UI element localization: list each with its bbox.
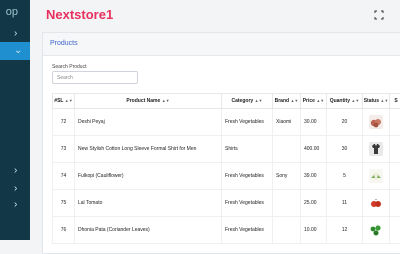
table-row: 73 New Stylish Cotton Long Sleeve Formal… xyxy=(53,136,400,163)
products-table: #SL ▲▼ Product Name ▲▼ Category ▲▼ Brand… xyxy=(52,93,400,244)
card-header xyxy=(43,33,400,56)
cell-sl: 72 xyxy=(53,109,75,136)
cell-product-name: Fulkopi (Cauliflower) xyxy=(75,163,222,190)
cell-sl: 76 xyxy=(53,217,75,244)
card-title: Products xyxy=(50,40,78,47)
cell-price: 10.00 xyxy=(301,217,327,244)
chevron-right-icon: › xyxy=(14,162,17,180)
cell-sl: 73 xyxy=(53,136,75,163)
cell-product-name: Deshi Peyaj xyxy=(75,109,222,136)
cell-quantity: 12 xyxy=(327,217,363,244)
cell-category: Fresh Vegetables xyxy=(222,109,273,136)
sort-icon: ▲▼ xyxy=(351,98,359,103)
search-input[interactable] xyxy=(52,71,138,84)
search-label: Search Product xyxy=(52,64,86,70)
cell-price: 25.00 xyxy=(301,190,327,217)
table-row: 76 Dhonia Pata (Coriander Leaves) Fresh … xyxy=(53,217,400,244)
sidebar-item-3[interactable]: › xyxy=(0,162,30,180)
onion-image xyxy=(369,115,383,129)
sort-icon: ▲▼ xyxy=(316,98,324,103)
cell-product-name: Dhonia Pata (Coriander Leaves) xyxy=(75,217,222,244)
sidebar-item-1[interactable]: › xyxy=(0,25,30,43)
sort-icon: ▲▼ xyxy=(255,98,263,103)
tomato-image xyxy=(369,196,383,210)
cell-extra xyxy=(390,217,400,244)
cauliflower-image xyxy=(369,169,383,183)
cell-extra xyxy=(390,163,400,190)
sort-icon: ▲▼ xyxy=(380,98,388,103)
cell-price: 39.00 xyxy=(301,163,327,190)
column-header-category[interactable]: Category ▲▼ xyxy=(222,94,273,109)
cell-product-name: Lal Tomato xyxy=(75,190,222,217)
cell-image xyxy=(363,217,390,244)
sidebar-logo: op xyxy=(0,6,30,20)
cell-product-name: New Stylish Cotton Long Sleeve Formal Sh… xyxy=(75,136,222,163)
column-header-quantity[interactable]: Quantity ▲▼ xyxy=(327,94,363,109)
chevron-right-icon: › xyxy=(14,196,17,214)
cell-image xyxy=(363,136,390,163)
table-row: 72 Deshi Peyaj Fresh Vegetables Xiaomi 3… xyxy=(53,109,400,136)
cell-image xyxy=(363,163,390,190)
table-row: 74 Fulkopi (Cauliflower) Fresh Vegetable… xyxy=(53,163,400,190)
cell-category: Fresh Vegetables xyxy=(222,163,273,190)
cell-quantity: 11 xyxy=(327,190,363,217)
sidebar-item-5[interactable]: › xyxy=(0,196,30,214)
cell-price: 400.00 xyxy=(301,136,327,163)
cell-category: Fresh Vegetables xyxy=(222,217,273,244)
sidebar-item-2[interactable]: ⌄ xyxy=(0,42,30,60)
cell-category: Fresh Vegetables xyxy=(222,190,273,217)
column-header-sl[interactable]: #SL ▲▼ xyxy=(53,94,75,109)
products-card: Products Search Product #SL ▲▼ Product N… xyxy=(42,32,400,254)
column-header-brand[interactable]: Brand ▲▼ xyxy=(273,94,301,109)
column-header-s[interactable]: S xyxy=(390,94,400,109)
cell-sl: 74 xyxy=(53,163,75,190)
cell-quantity: 5 xyxy=(327,163,363,190)
coriander-image xyxy=(369,223,383,237)
brand-title: Nextstore1 xyxy=(46,7,113,22)
cell-extra xyxy=(390,109,400,136)
cell-category: Shirts xyxy=(222,136,273,163)
cell-extra xyxy=(390,136,400,163)
column-header-product-name[interactable]: Product Name ▲▼ xyxy=(75,94,222,109)
cell-image xyxy=(363,109,390,136)
cell-quantity: 20 xyxy=(327,109,363,136)
chevron-right-icon: › xyxy=(14,25,17,43)
sort-icon: ▲▼ xyxy=(290,98,298,103)
cell-extra xyxy=(390,190,400,217)
cell-quantity: 30 xyxy=(327,136,363,163)
chevron-down-icon: ⌄ xyxy=(14,42,22,60)
cell-brand xyxy=(273,190,301,217)
cell-brand: Xiaomi xyxy=(273,109,301,136)
expand-icon[interactable] xyxy=(374,10,384,20)
sort-icon: ▲▼ xyxy=(162,98,170,103)
sidebar: op › ⌄ › › › xyxy=(0,0,30,240)
cell-brand xyxy=(273,136,301,163)
cell-brand: Sony xyxy=(273,163,301,190)
cell-image xyxy=(363,190,390,217)
topbar: Nextstore1 xyxy=(30,0,400,30)
cell-brand xyxy=(273,217,301,244)
column-header-status[interactable]: Status ▲▼ xyxy=(363,94,390,109)
table-header-row: #SL ▲▼ Product Name ▲▼ Category ▲▼ Brand… xyxy=(53,94,400,109)
sort-icon: ▲▼ xyxy=(65,98,73,103)
column-header-price[interactable]: Price ▲▼ xyxy=(301,94,327,109)
cell-sl: 75 xyxy=(53,190,75,217)
table-row: 75 Lal Tomato Fresh Vegetables 25.00 11 xyxy=(53,190,400,217)
cell-price: 30.00 xyxy=(301,109,327,136)
shirt-image xyxy=(369,142,383,156)
